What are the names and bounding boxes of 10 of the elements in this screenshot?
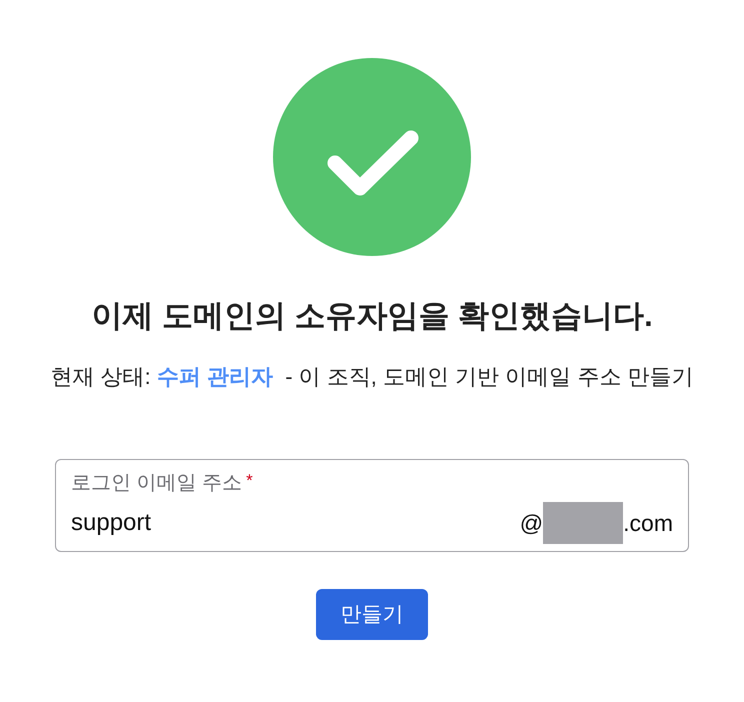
create-button[interactable]: 만들기 bbox=[316, 589, 428, 640]
field-label: 로그인 이메일 주소 bbox=[71, 471, 242, 495]
status-text: 현재 상태: 수퍼 관리자 - 이 조직, 도메인 기반 이메일 주소 만들기 bbox=[50, 363, 694, 391]
success-heading: 이제 도메인의 소유자임을 확인했습니다. bbox=[91, 297, 653, 335]
email-field[interactable]: 로그인 이메일 주소 * support @ .com bbox=[55, 459, 689, 552]
domain-suffix: .com bbox=[623, 509, 673, 538]
field-value: support bbox=[71, 508, 152, 538]
success-check-icon bbox=[273, 58, 471, 256]
at-sign: @ bbox=[520, 509, 544, 538]
required-mark: * bbox=[246, 471, 253, 491]
